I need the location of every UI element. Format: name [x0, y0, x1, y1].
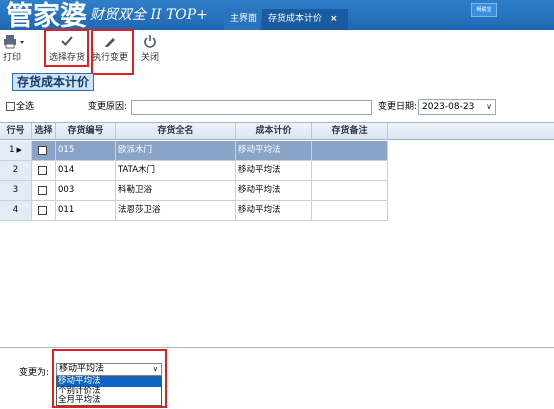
power-icon — [137, 34, 163, 52]
close-icon[interactable]: × — [330, 14, 338, 24]
change-to-label: 变更为: — [19, 368, 50, 378]
change-date-label: 变更日期: — [378, 102, 418, 112]
app-header: 管家婆 财贸双全 II TOP+ 主界面 存货成本计价 × 畅联宝 — [0, 0, 554, 32]
col-note[interactable]: 存货备注 — [312, 123, 388, 140]
col-row-number[interactable]: 行号 — [0, 123, 32, 140]
partner-badge[interactable]: 畅联宝 — [471, 3, 497, 17]
row-code: 014 — [56, 161, 116, 181]
filter-bar: 全选 变更原因: 变更日期: 2023-08-23 ∨ — [0, 98, 554, 116]
tab-active-label: 存货成本计价 — [268, 14, 323, 24]
row-number: 2 — [0, 161, 32, 181]
tab-home[interactable]: 主界面 — [224, 9, 260, 30]
row-cost-method[interactable]: 移动平均法 — [236, 181, 312, 201]
row-cost-method[interactable]: 移动平均法 — [236, 141, 312, 161]
row-pointer-icon: ▶ — [16, 146, 22, 154]
change-reason-label: 变更原因: — [88, 102, 128, 112]
row-checkbox[interactable] — [38, 166, 47, 175]
col-code[interactable]: 存货编号 — [56, 123, 116, 140]
close-button[interactable]: 关闭 — [137, 34, 163, 66]
printer-icon — [3, 34, 43, 52]
change-reason-input[interactable] — [131, 100, 372, 115]
select-all-checkbox[interactable] — [6, 102, 15, 111]
row-code: 011 — [56, 201, 116, 221]
row-number: 3 — [0, 181, 32, 201]
row-checkbox[interactable] — [38, 186, 47, 195]
row-code: 015 — [56, 141, 116, 161]
highlight-execute-change — [91, 29, 134, 75]
row-note[interactable] — [312, 141, 388, 161]
row-checkbox[interactable] — [38, 206, 47, 215]
row-name: 法恩莎卫浴 — [116, 201, 236, 221]
print-label: 打印 — [3, 53, 22, 63]
print-button[interactable]: 打印 — [3, 34, 43, 66]
table-row[interactable]: 4 011 法恩莎卫浴 移动平均法 — [0, 201, 554, 221]
row-note[interactable] — [312, 201, 388, 221]
row-checkbox[interactable] — [38, 146, 47, 155]
row-name: 欧派木门 — [116, 141, 236, 161]
table-row[interactable]: 2 014 TATA木门 移动平均法 — [0, 161, 554, 181]
table-row[interactable]: 1 ▶ 015 欧派木门 移动平均法 — [0, 141, 554, 161]
select-all-label: 全选 — [16, 102, 35, 112]
inventory-grid: 行号 选择 存货编号 存货全名 成本计价 存货备注 1 ▶ 015 欧派木门 移动… — [0, 122, 554, 348]
chevron-down-icon[interactable]: ∨ — [486, 100, 492, 114]
row-number: 1 ▶ — [0, 141, 32, 161]
close-label: 关闭 — [140, 53, 159, 63]
col-name[interactable]: 存货全名 — [116, 123, 236, 140]
table-row[interactable]: 3 003 科勒卫浴 移动平均法 — [0, 181, 554, 201]
grid-header: 行号 选择 存货编号 存货全名 成本计价 存货备注 — [0, 123, 554, 140]
row-note[interactable] — [312, 181, 388, 201]
highlight-select-inventory — [44, 29, 89, 67]
highlight-change-selector — [52, 349, 167, 408]
tab-inventory-costing[interactable]: 存货成本计价 × — [262, 9, 348, 30]
col-cost-method[interactable]: 成本计价 — [236, 123, 312, 140]
change-date-value: 2023-08-23 — [422, 102, 475, 112]
brand-subtitle: 财贸双全 II TOP+ — [90, 7, 208, 23]
row-code: 003 — [56, 181, 116, 201]
page-title: 存货成本计价 — [12, 73, 94, 91]
row-name: 科勒卫浴 — [116, 181, 236, 201]
col-select[interactable]: 选择 — [32, 123, 56, 140]
row-note[interactable] — [312, 161, 388, 181]
tab-home-label: 主界面 — [230, 14, 258, 24]
change-date-picker[interactable]: 2023-08-23 ∨ — [418, 99, 496, 115]
row-cost-method[interactable]: 移动平均法 — [236, 161, 312, 181]
row-name: TATA木门 — [116, 161, 236, 181]
row-number: 4 — [0, 201, 32, 221]
row-cost-method[interactable]: 移动平均法 — [236, 201, 312, 221]
